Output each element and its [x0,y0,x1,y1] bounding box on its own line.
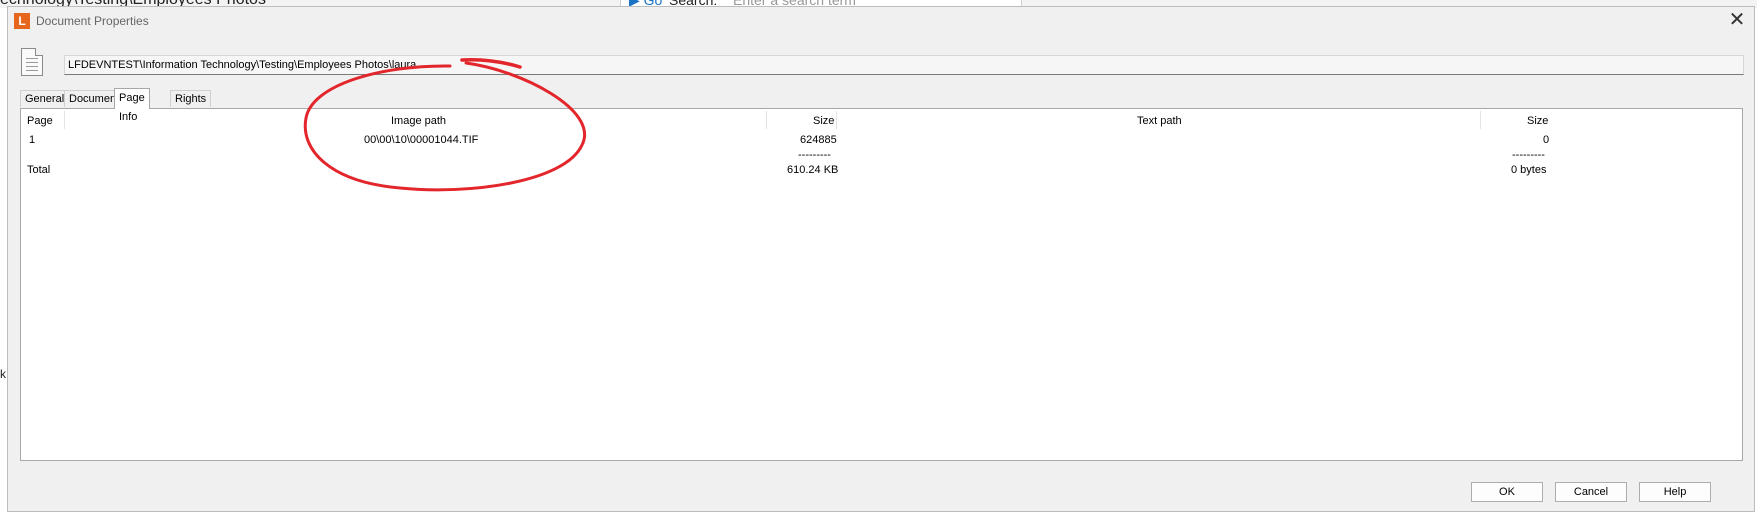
document-path-field[interactable]: LFDEVNTEST\Information Technology\Testin… [64,55,1744,75]
total-image-size: 610.24 KB [787,164,839,176]
cell-page: 1 [29,134,36,146]
column-header-text-path[interactable]: Text path [1137,115,1182,127]
help-button[interactable]: Help [1639,482,1711,502]
separator-text-size: --------- [1512,149,1545,161]
cell-image-path: 00\00\10\00001044.TIF [364,134,479,146]
column-header-text-size[interactable]: Size [1527,115,1548,127]
tab-page-info[interactable]: Page Info [114,88,150,123]
column-header-image-path[interactable]: Image path [391,115,446,127]
cancel-button[interactable]: Cancel [1555,482,1627,502]
dialog-titlebar[interactable]: L Document Properties ✕ [8,7,1754,35]
ok-button[interactable]: OK [1471,482,1543,502]
close-icon[interactable]: ✕ [1726,10,1748,32]
cell-text-size: 0 [1543,134,1550,146]
column-header-page[interactable]: Page [27,115,53,127]
column-header-image-size[interactable]: Size [813,115,834,127]
tab-general[interactable]: General [20,90,70,107]
total-text-size: 0 bytes [1511,164,1547,176]
document-properties-dialog: L Document Properties ✕ LFDEVNTEST\Infor… [7,6,1755,512]
separator-image-size: --------- [798,149,831,161]
app-logo-icon: L [14,13,30,29]
document-icon [21,48,43,76]
background-text-fragment: k [0,367,6,381]
tab-rights[interactable]: Rights [170,90,212,107]
cell-image-size: 624885 [800,134,837,146]
dialog-title: Document Properties [36,14,149,28]
page-info-table: Page Image path Size Text path Size 1 00… [20,108,1743,461]
total-label: Total [27,164,51,176]
